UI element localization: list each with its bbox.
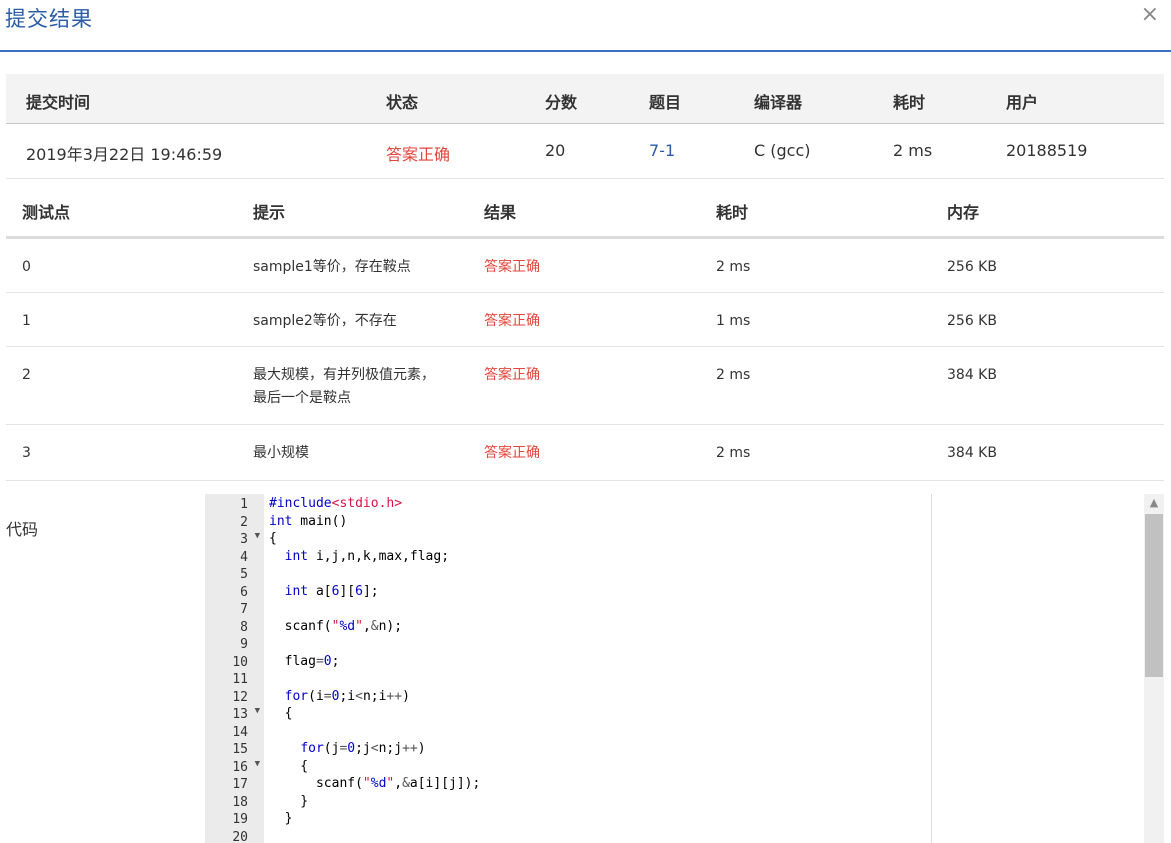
- table-row: 1 sample2等价，不存在 答案正确 1 ms 256 KB: [6, 293, 1164, 347]
- test-hint: 最大规模，有并列极值元素， 最后一个是鞍点: [253, 364, 435, 410]
- close-icon[interactable]: ×: [1141, 2, 1159, 27]
- test-time: 2 ms: [716, 367, 751, 383]
- user-value: 20188519: [1006, 141, 1088, 160]
- test-header-row: 测试点 提示 结果 耗时 内存: [6, 180, 1164, 239]
- code-line: int i,j,n,k,max,flag;: [284, 548, 450, 564]
- test-memory: 384 KB: [947, 445, 997, 461]
- test-header-memory: 内存: [947, 203, 980, 222]
- scroll-up-icon[interactable]: ▲: [1144, 494, 1164, 512]
- test-result: 答案正确: [484, 367, 540, 383]
- test-result: 答案正确: [484, 445, 540, 461]
- line-number: 2: [240, 514, 248, 530]
- test-header-hint: 提示: [253, 203, 286, 222]
- test-result: 答案正确: [484, 259, 540, 275]
- code-line: {: [269, 706, 293, 721]
- code-line: flag=0;: [269, 653, 340, 669]
- code-line: {: [269, 531, 277, 546]
- line-number: 4: [240, 549, 248, 565]
- line-number: 12: [232, 689, 248, 705]
- test-hint: sample2等价，不存在: [253, 313, 397, 329]
- line-number: 10: [232, 654, 248, 670]
- line-number: 11: [232, 672, 248, 687]
- code-line: int main(): [269, 513, 348, 529]
- line-number: 18: [232, 794, 248, 810]
- line-number: 13 ▼: [232, 706, 260, 722]
- code-line: }: [269, 793, 309, 809]
- summary-header-time: 提交时间: [26, 93, 91, 112]
- test-id: 1: [22, 313, 31, 329]
- line-number: 8: [240, 619, 248, 635]
- test-hint-line1: 最大规模，有并列极值元素，: [253, 367, 435, 383]
- code-line: scanf("%d",&a[i][j]);: [269, 776, 481, 791]
- summary-header-row: 提交时间 状态 分数 题目 编译器 耗时 用户: [6, 74, 1164, 124]
- fold-toggle-icon[interactable]: ▼: [255, 759, 260, 769]
- code-line: {: [269, 758, 309, 774]
- line-number: 14: [232, 724, 248, 740]
- test-header-id: 测试点: [22, 203, 71, 222]
- line-number: 1: [240, 497, 248, 512]
- summary-header-user: 用户: [1006, 93, 1039, 112]
- fold-toggle-icon[interactable]: ▼: [255, 531, 260, 541]
- dialog-title: 提交结果: [5, 7, 93, 31]
- summary-header-compiler: 编译器: [754, 93, 803, 112]
- problem-link[interactable]: 7-1: [649, 141, 675, 160]
- code-editor[interactable]: 1 2 3 ▼ 4 5 6 7 8 9 10 11 12 13 ▼ 14 15 16 ▼ 17 18 19 20 #incl…: [205, 494, 932, 843]
- line-number: 16 ▼: [232, 758, 260, 775]
- status-badge: 答案正确: [386, 145, 451, 164]
- line-number: 9: [240, 637, 248, 652]
- test-id: 0: [22, 259, 31, 275]
- test-hint: sample1等价，存在鞍点: [253, 259, 411, 275]
- test-hint-line2: 最后一个是鞍点: [253, 390, 351, 406]
- summary-header-problem: 题目: [649, 93, 682, 112]
- summary-header-duration: 耗时: [893, 93, 926, 112]
- summary-header-score: 分数: [545, 93, 578, 112]
- score-value: 20: [545, 141, 566, 160]
- fold-toggle-icon[interactable]: ▼: [255, 706, 260, 716]
- line-number: 5: [240, 567, 248, 582]
- code-line: scanf("%d",&n);: [269, 618, 403, 634]
- line-number: 17: [232, 777, 248, 792]
- duration-value: 2 ms: [893, 141, 933, 160]
- summary-table: 提交时间 状态 分数 题目 编译器 耗时 用户 2019年3月22日 19:46…: [6, 74, 1164, 179]
- code-label: 代码: [6, 520, 39, 539]
- test-memory: 384 KB: [947, 367, 997, 383]
- code-line: for(j=0;j<n;j++): [300, 741, 426, 756]
- test-id: 2: [22, 367, 31, 383]
- line-number: 6: [240, 584, 248, 600]
- code-line: }: [269, 811, 293, 826]
- line-number-gutter: 1 2 3 ▼ 4 5 6 7 8 9 10 11 12 13 ▼ 14 15 16 ▼ 17 18 19 20: [205, 494, 264, 843]
- test-header-time: 耗时: [716, 203, 749, 222]
- compiler-value: C (gcc): [754, 141, 811, 160]
- line-number: 19: [232, 812, 248, 827]
- table-row: 0 sample1等价，存在鞍点 答案正确 2 ms 256 KB: [6, 239, 1164, 293]
- submit-time: 2019年3月22日 19:46:59: [26, 145, 223, 164]
- code-line: int a[6][6];: [284, 583, 379, 599]
- line-number: 3 ▼: [240, 531, 260, 547]
- test-time: 1 ms: [716, 313, 751, 329]
- test-results-table: 测试点 提示 结果 耗时 内存 0 sample1等价，存在鞍点 答案正确 2 …: [6, 180, 1164, 481]
- line-number: 7: [240, 602, 248, 617]
- summary-row: 2019年3月22日 19:46:59 答案正确 20 7-1 C (gcc) …: [6, 124, 1164, 179]
- summary-header-status: 状态: [386, 93, 419, 112]
- test-hint: 最小规模: [253, 445, 309, 461]
- test-id: 3: [22, 445, 31, 461]
- vertical-scrollbar[interactable]: ▲: [1144, 494, 1164, 843]
- test-result: 答案正确: [484, 313, 540, 329]
- test-memory: 256 KB: [947, 259, 997, 275]
- scrollbar-thumb[interactable]: [1145, 514, 1163, 677]
- table-row: 2 最大规模，有并列极值元素， 最后一个是鞍点 答案正确 2 ms 384 KB: [6, 347, 1164, 425]
- test-time: 2 ms: [716, 445, 751, 461]
- code-line: #include<stdio.h>: [269, 496, 403, 511]
- test-memory: 256 KB: [947, 313, 997, 329]
- line-number: 15: [232, 742, 248, 757]
- test-time: 2 ms: [716, 259, 751, 275]
- code-line: for(i=0;i<n;i++): [284, 688, 410, 704]
- table-row: 3 最小规模 答案正确 2 ms 384 KB: [6, 425, 1164, 481]
- dialog-header: 提交结果 ×: [0, 0, 1171, 52]
- line-number: 20: [232, 829, 248, 843]
- test-header-result: 结果: [484, 203, 517, 222]
